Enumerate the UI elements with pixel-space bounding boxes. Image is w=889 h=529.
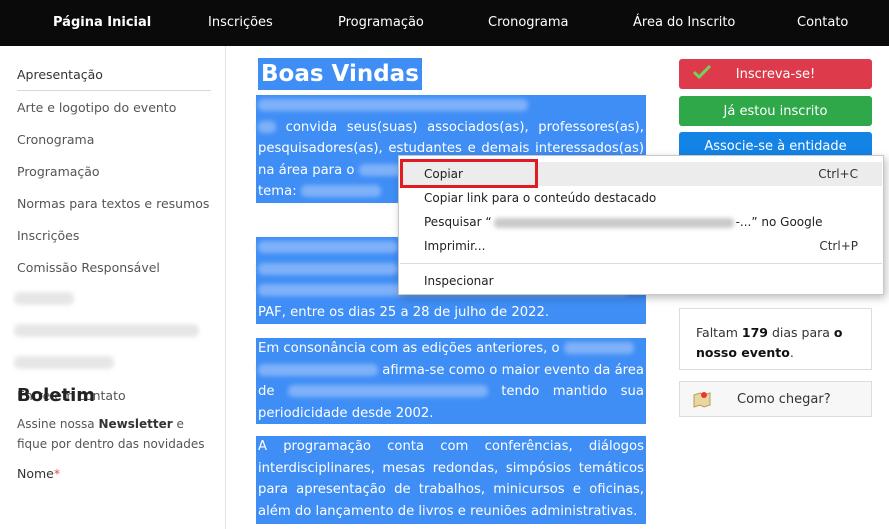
register-button[interactable]: Inscreva-se! [679,59,872,89]
redacted-text [287,385,488,397]
copy-highlight-box [400,159,538,188]
context-menu-print[interactable]: Imprimir... Ctrl+P [400,234,882,258]
redacted-text [563,342,634,354]
sidebar-divider [17,90,211,91]
top-navbar: Página Inicial Inscrições Programação Cr… [0,0,889,46]
nav-programacao[interactable]: Programação [338,15,424,30]
context-menu-copy-link[interactable]: Copiar link para o conteúdo destacado [400,186,882,210]
welcome-paragraph-3: Em consonância com as edições anteriores… [256,338,646,424]
context-menu-search-google[interactable]: Pesquisar “-...” no Google [400,210,882,234]
left-sidebar: Apresentação Arte e logotipo do evento C… [0,46,226,529]
page-title: Boas Vindas [258,58,422,90]
nav-inscricoes[interactable]: Inscrições [208,15,273,30]
how-to-get-there-label: Como chegar? [737,391,831,407]
redacted-text [258,363,378,376]
countdown-card: Faltam 179 dias para o nosso evento. [679,308,872,370]
redacted-text [258,262,398,275]
register-label: Inscreva-se! [735,66,816,82]
redacted-text [300,185,381,197]
sidebar-item-inscricoes[interactable]: Inscrições [17,228,79,243]
map-pin-icon [693,392,711,408]
redacted-text [258,241,398,253]
sidebar-item-apresentacao[interactable]: Apresentação [17,67,103,82]
already-registered-button[interactable]: Já estou inscrito [679,96,872,126]
how-to-get-there-button[interactable]: Como chegar? [679,381,872,417]
nav-home[interactable]: Página Inicial [53,15,151,30]
nav-cronograma[interactable]: Cronograma [488,15,568,30]
nav-contato[interactable]: Contato [797,15,848,30]
checkmark-icon [693,65,711,79]
sidebar-item-redacted[interactable] [14,356,114,369]
sidebar-item-normas[interactable]: Normas para textos e resumos [17,196,209,211]
sidebar-item-redacted[interactable] [14,292,74,305]
sidebar-item-comissao[interactable]: Comissão Responsável [17,260,160,275]
sidebar-item-arte[interactable]: Arte e logotipo do evento [17,100,176,115]
already-registered-label: Já estou inscrito [723,103,828,119]
nav-area-inscrito[interactable]: Área do Inscrito [633,15,735,30]
boletim-description: Assine nossa Newsletter e fique por dent… [17,417,205,451]
countdown-days: 179 [741,325,768,340]
sidebar-item-redacted[interactable] [14,324,199,337]
welcome-paragraph-4: A programação conta com conferências, di… [256,436,646,524]
redacted-text [258,120,276,133]
redacted-text [258,99,528,111]
sidebar-item-programacao[interactable]: Programação [17,164,100,179]
sidebar-item-cronograma[interactable]: Cronograma [17,132,94,147]
context-menu-inspect[interactable]: Inspecionar [400,269,882,293]
context-menu-separator [400,263,882,264]
boletim-heading: Boletim [17,385,95,406]
associate-label: Associe-se à entidade [704,138,847,154]
name-field-label: Nome* [17,466,61,481]
redacted-text [493,217,734,228]
